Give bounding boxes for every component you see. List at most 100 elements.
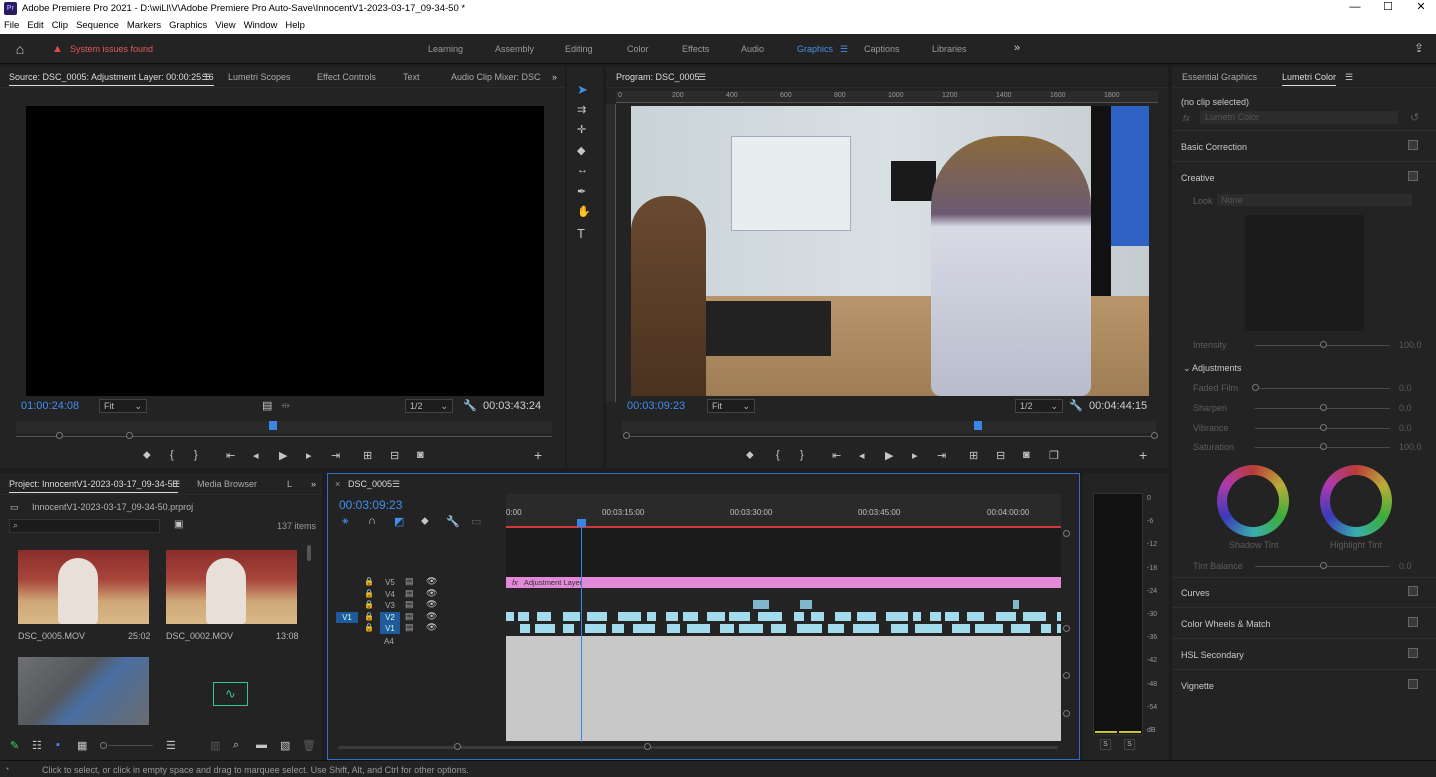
program-time-ruler[interactable] bbox=[622, 421, 1156, 433]
menu-sequence[interactable]: Sequence bbox=[72, 17, 123, 31]
adjustments-chevron-icon[interactable]: ⌄ bbox=[1183, 363, 1191, 374]
workspace-assembly[interactable]: Assembly bbox=[495, 44, 534, 54]
project-search-input[interactable]: ⌕ bbox=[9, 519, 160, 533]
track-label[interactable]: V5 bbox=[380, 577, 400, 588]
v1-clip[interactable] bbox=[853, 624, 879, 633]
v1-clip[interactable] bbox=[828, 624, 844, 633]
v2-clip[interactable] bbox=[758, 612, 782, 621]
workspace-graphics[interactable]: Graphics bbox=[797, 44, 833, 54]
section-vignette[interactable]: Vignette bbox=[1181, 681, 1214, 691]
v1-clip[interactable] bbox=[687, 624, 710, 633]
mark-out-icon[interactable]: } bbox=[194, 449, 198, 461]
v-scroll-bottom[interactable] bbox=[1063, 710, 1070, 717]
lock-icon[interactable]: 🔒 bbox=[364, 600, 374, 609]
program-button-editor-icon[interactable]: + bbox=[1139, 447, 1147, 463]
v1-clip[interactable] bbox=[520, 624, 530, 633]
v1-clip[interactable] bbox=[563, 624, 574, 633]
eye-icon[interactable]: 👁 bbox=[426, 576, 437, 587]
tab-media-browser[interactable]: Media Browser bbox=[197, 479, 257, 489]
v2-clip[interactable] bbox=[518, 612, 529, 621]
ripple-edit-tool-icon[interactable]: ✛ bbox=[577, 123, 586, 136]
menu-clip[interactable]: Clip bbox=[48, 17, 72, 31]
section-curves[interactable]: Curves bbox=[1181, 588, 1210, 598]
tab-sequence[interactable]: DSC_0005 bbox=[348, 479, 392, 489]
insert-icon[interactable]: ⊞ bbox=[363, 449, 372, 462]
v1-clip[interactable] bbox=[667, 624, 680, 633]
clip-name-0002[interactable]: DSC_0002.MOV bbox=[166, 631, 233, 641]
new-item-icon[interactable]: ▧ bbox=[280, 739, 290, 752]
v2-clip[interactable] bbox=[666, 612, 678, 621]
menu-edit[interactable]: Edit bbox=[23, 17, 47, 31]
v2-clip[interactable] bbox=[930, 612, 941, 621]
freeform-view-icon[interactable]: ▦ bbox=[77, 739, 87, 752]
source-time-ruler[interactable] bbox=[16, 421, 552, 433]
v2-clip[interactable] bbox=[794, 612, 804, 621]
v2-clip[interactable] bbox=[811, 612, 824, 621]
timeline-playhead-line[interactable] bbox=[581, 520, 582, 742]
program-zoom-handle-left[interactable] bbox=[623, 432, 630, 439]
solo-left-button[interactable]: S bbox=[1100, 739, 1111, 750]
program-resolution-select[interactable]: 1/2 ⌄ bbox=[1015, 399, 1063, 413]
program-tab-menu-icon[interactable]: ☰ bbox=[698, 72, 706, 83]
v3-clip[interactable] bbox=[753, 600, 769, 609]
program-video-frame[interactable] bbox=[631, 106, 1149, 396]
program-step-back-icon[interactable]: ◂ bbox=[859, 449, 865, 462]
v3-clip[interactable] bbox=[800, 600, 812, 609]
add-marker-icon[interactable]: ⬥ bbox=[143, 449, 151, 462]
program-timecode[interactable]: 00:03:09:23 bbox=[627, 400, 685, 412]
source-zoom-select[interactable]: Fit ⌄ bbox=[99, 399, 147, 413]
project-scrollbar[interactable] bbox=[307, 545, 311, 561]
writable-pencil-icon[interactable]: ✎ bbox=[10, 739, 19, 752]
source-resolution-select[interactable]: 1/2 ⌄ bbox=[405, 399, 453, 413]
selection-tool-icon[interactable]: ➤ bbox=[577, 82, 588, 98]
v2-clip[interactable] bbox=[707, 612, 725, 621]
program-zoom-handle-right[interactable] bbox=[1151, 432, 1158, 439]
clip-name-0005[interactable]: DSC_0005.MOV bbox=[18, 631, 85, 641]
track-header[interactable]: A4 bbox=[328, 637, 506, 648]
comparison-view-icon[interactable]: ❐ bbox=[1049, 449, 1059, 462]
program-add-marker-icon[interactable]: ⬥ bbox=[746, 449, 754, 462]
lock-icon[interactable]: 🔒 bbox=[364, 577, 374, 586]
track-label[interactable]: A4 bbox=[384, 637, 394, 646]
program-go-to-in-icon[interactable]: ⇤ bbox=[832, 449, 841, 462]
eye-icon[interactable]: 👁 bbox=[426, 611, 437, 622]
hand-tool-icon[interactable]: ✋ bbox=[577, 205, 591, 218]
eye-icon[interactable]: 👁 bbox=[426, 599, 437, 610]
toggle-sync-icon[interactable]: ▤ bbox=[405, 588, 414, 599]
v1-clip[interactable] bbox=[612, 624, 624, 633]
extract-icon[interactable]: ⊟ bbox=[996, 449, 1005, 462]
timeline-tab-menu-icon[interactable]: ☰ bbox=[392, 479, 400, 490]
v3-clip[interactable] bbox=[1013, 600, 1019, 609]
more-workspaces-button[interactable]: » bbox=[1014, 42, 1020, 54]
v2-clip[interactable] bbox=[587, 612, 607, 621]
system-issues-link[interactable]: System issues found bbox=[70, 44, 153, 54]
track-header[interactable]: 🔒 V3 ▤ 👁 bbox=[328, 599, 506, 611]
v2-clip[interactable] bbox=[683, 612, 698, 621]
tab-essential-graphics[interactable]: Essential Graphics bbox=[1182, 72, 1257, 82]
eye-icon[interactable]: 👁 bbox=[426, 622, 437, 633]
settings-icon[interactable]: ▤ bbox=[262, 399, 272, 412]
razor-tool-icon[interactable]: ◆ bbox=[577, 144, 585, 157]
program-play-icon[interactable]: ▶ bbox=[885, 449, 893, 462]
eye-icon[interactable]: 👁 bbox=[426, 588, 437, 599]
thumbnail-dsc-0005[interactable] bbox=[18, 550, 149, 624]
step-forward-icon[interactable]: ▸ bbox=[306, 449, 312, 462]
v1-clip[interactable] bbox=[1041, 624, 1051, 633]
section-basic-correction[interactable]: Basic Correction bbox=[1181, 142, 1247, 152]
timeline-marker-icon[interactable]: ⬥ bbox=[421, 515, 429, 528]
v-scroll-mid[interactable] bbox=[1063, 625, 1070, 632]
audio-clip-icon[interactable]: ∿ bbox=[213, 682, 248, 706]
sort-icon[interactable]: ☰ bbox=[166, 739, 176, 752]
v2-clip[interactable] bbox=[913, 612, 921, 621]
menu-help[interactable]: Help bbox=[281, 17, 309, 31]
v2-clip[interactable] bbox=[537, 612, 551, 621]
tab-lumetri-color[interactable]: Lumetri Color bbox=[1282, 72, 1337, 86]
camera-icon[interactable]: ◙ bbox=[417, 449, 424, 461]
adjustments-label[interactable]: Adjustments bbox=[1192, 363, 1242, 373]
share-icon[interactable]: ⇪ bbox=[1414, 41, 1424, 55]
timeline-playhead[interactable] bbox=[577, 519, 586, 527]
timeline-h-scrollbar[interactable] bbox=[338, 746, 1058, 749]
source-timecode[interactable]: 01:00:24:08 bbox=[21, 400, 79, 412]
track-header[interactable]: 🔒 V5 ▤ 👁 bbox=[328, 576, 506, 588]
menu-window[interactable]: Window bbox=[240, 17, 282, 31]
